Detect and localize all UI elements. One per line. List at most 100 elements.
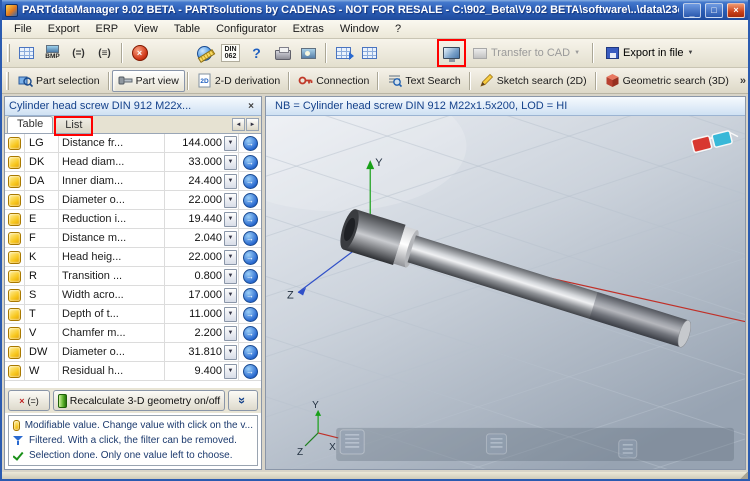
filter-info-icon[interactable]: →	[242, 249, 258, 265]
param-description: Head diam...	[59, 153, 165, 171]
panel-tabs: Table List ◄ ►	[5, 116, 261, 136]
value-dropdown-button[interactable]: ▼	[224, 230, 237, 246]
transfer-to-cad-button[interactable]: Transfer to CAD ▼	[465, 41, 588, 65]
menu-extras[interactable]: Extras	[285, 21, 332, 37]
menu-window[interactable]: Window	[332, 21, 387, 37]
toolbar-grip[interactable]	[6, 71, 9, 90]
value-dropdown-button[interactable]: ▼	[224, 306, 237, 322]
legend-modifiable: Modifiable value. Change value with clic…	[13, 419, 253, 432]
table-row: R Transition ... 0.800 ▼ →	[5, 267, 261, 286]
param-value: 31.810	[188, 346, 222, 358]
chevron-down-icon: ▼	[574, 50, 581, 56]
title-bar[interactable]: PARTdataManager 9.02 BETA - PARTsolution…	[2, 0, 748, 20]
modifiable-value-icon	[8, 364, 21, 378]
export-in-file-button[interactable]: Export in file ▼	[598, 41, 701, 65]
recalculate-3d-button[interactable]: Recalculate 3-D geometry on/off	[53, 390, 225, 411]
text-search-icon	[389, 75, 403, 88]
toolbar-separator	[121, 43, 123, 63]
value-dropdown-button[interactable]: ▼	[224, 173, 237, 189]
double-chevron-down-icon: »	[235, 396, 251, 405]
toolbar-separator	[325, 43, 327, 63]
filter-info-icon[interactable]: →	[242, 173, 258, 189]
value-dropdown-button[interactable]: ▼	[224, 211, 237, 227]
tab-sketch-search[interactable]: Sketch search (2D)	[473, 70, 593, 92]
viewport-toolbar-icon[interactable]	[485, 433, 508, 455]
din-norm-button[interactable]: DIN 062	[218, 41, 243, 65]
status-bar	[2, 472, 748, 479]
filter-info-icon[interactable]: →	[242, 344, 258, 360]
menu-erp[interactable]: ERP	[88, 21, 127, 37]
value-dropdown-button[interactable]: ▼	[224, 249, 237, 265]
remove-filter-button[interactable]: × (=)	[8, 390, 50, 411]
bmp-export-button[interactable]: BMP	[40, 41, 65, 65]
tab-table[interactable]: Table	[7, 116, 54, 133]
value-dropdown-button[interactable]: ▼	[224, 325, 237, 341]
value-dropdown-button[interactable]: ▼	[224, 192, 237, 208]
tab-part-view[interactable]: Part view	[111, 69, 185, 92]
table-grid-icon	[19, 47, 34, 59]
tab-scroll-left-button[interactable]: ◄	[232, 118, 245, 131]
panel-button-row: × (=) Recalculate 3-D geometry on/off »	[5, 387, 261, 413]
menu-table[interactable]: Table	[166, 21, 208, 37]
menu-file[interactable]: File	[6, 21, 40, 37]
filter-info-icon[interactable]: →	[242, 268, 258, 284]
3d-scene[interactable]: Z Y Y Z X	[266, 116, 745, 469]
tab-text-search[interactable]: Text Search	[381, 70, 466, 92]
panel-close-button[interactable]: ×	[245, 101, 257, 112]
table-transfer-button[interactable]	[331, 41, 356, 65]
maximize-button[interactable]: □	[705, 2, 723, 18]
viewport-title: NB = Cylinder head screw DIN 912 M22x1.5…	[275, 100, 568, 112]
filter-info-icon[interactable]: →	[242, 325, 258, 341]
tab-scroll-right-button[interactable]: ►	[246, 118, 259, 131]
3d-viewer-button[interactable]	[437, 39, 466, 67]
filter-equals-button[interactable]: (=)	[66, 41, 91, 65]
value-dropdown-button[interactable]: ▼	[224, 344, 237, 360]
tab-connection[interactable]: Connection	[292, 70, 375, 92]
value-dropdown-button[interactable]: ▼	[224, 135, 237, 151]
filter-info-icon[interactable]: →	[242, 230, 258, 246]
param-code: E	[25, 210, 59, 228]
menu-configurator[interactable]: Configurator	[208, 21, 285, 37]
menu-help[interactable]: ?	[387, 21, 409, 37]
viewport-header: NB = Cylinder head screw DIN 912 M22x1.5…	[266, 97, 745, 116]
tab-part-selection[interactable]: Part selection	[12, 70, 106, 92]
viewport-toolbar-icon[interactable]	[339, 429, 365, 455]
filter-info-icon[interactable]: →	[242, 135, 258, 151]
filter-info-icon[interactable]: →	[242, 154, 258, 170]
filter-info-icon[interactable]: →	[242, 363, 258, 379]
table-view-button[interactable]	[357, 41, 382, 65]
3d-viewport[interactable]: Z Y Y Z X	[266, 116, 745, 469]
filter-info-icon[interactable]: →	[242, 287, 258, 303]
delete-filter-button[interactable]: ×	[127, 41, 152, 65]
menu-view[interactable]: View	[126, 21, 166, 37]
value-dropdown-button[interactable]: ▼	[224, 363, 237, 379]
filter-info-icon[interactable]: →	[242, 192, 258, 208]
expand-panel-button[interactable]: »	[228, 390, 258, 411]
part-table-button[interactable]	[14, 41, 39, 65]
formula-button[interactable]: (≡)	[92, 41, 117, 65]
toolbar-grip[interactable]	[7, 44, 10, 62]
modifiable-value-icon	[8, 174, 21, 188]
image-capture-button[interactable]	[296, 41, 321, 65]
red-x-icon: ×	[19, 395, 25, 406]
tab-list[interactable]: List	[54, 116, 94, 136]
menu-export[interactable]: Export	[40, 21, 88, 37]
measure-button[interactable]	[192, 41, 217, 65]
value-dropdown-button[interactable]: ▼	[224, 154, 237, 170]
modifiable-value-icon	[8, 288, 21, 302]
value-dropdown-button[interactable]: ▼	[224, 268, 237, 284]
minimize-button[interactable]: _	[683, 2, 701, 18]
cube-icon	[606, 74, 619, 87]
value-dropdown-button[interactable]: ▼	[224, 287, 237, 303]
toolbar-overflow-button[interactable]: »	[735, 75, 748, 87]
filter-info-icon[interactable]: →	[242, 306, 258, 322]
filter-info-icon[interactable]: →	[242, 211, 258, 227]
tab-geometric-search[interactable]: Geometric search (3D)	[599, 70, 735, 92]
param-code: DK	[25, 153, 59, 171]
close-button[interactable]: ×	[727, 2, 745, 18]
table-row: DW Diameter o... 31.810 ▼ →	[5, 343, 261, 362]
tab-2d-derivation[interactable]: 2D 2-D derivation	[191, 70, 286, 92]
param-description: Head heig...	[59, 248, 165, 266]
print-button[interactable]	[270, 41, 295, 65]
help-button[interactable]: ?	[244, 41, 269, 65]
